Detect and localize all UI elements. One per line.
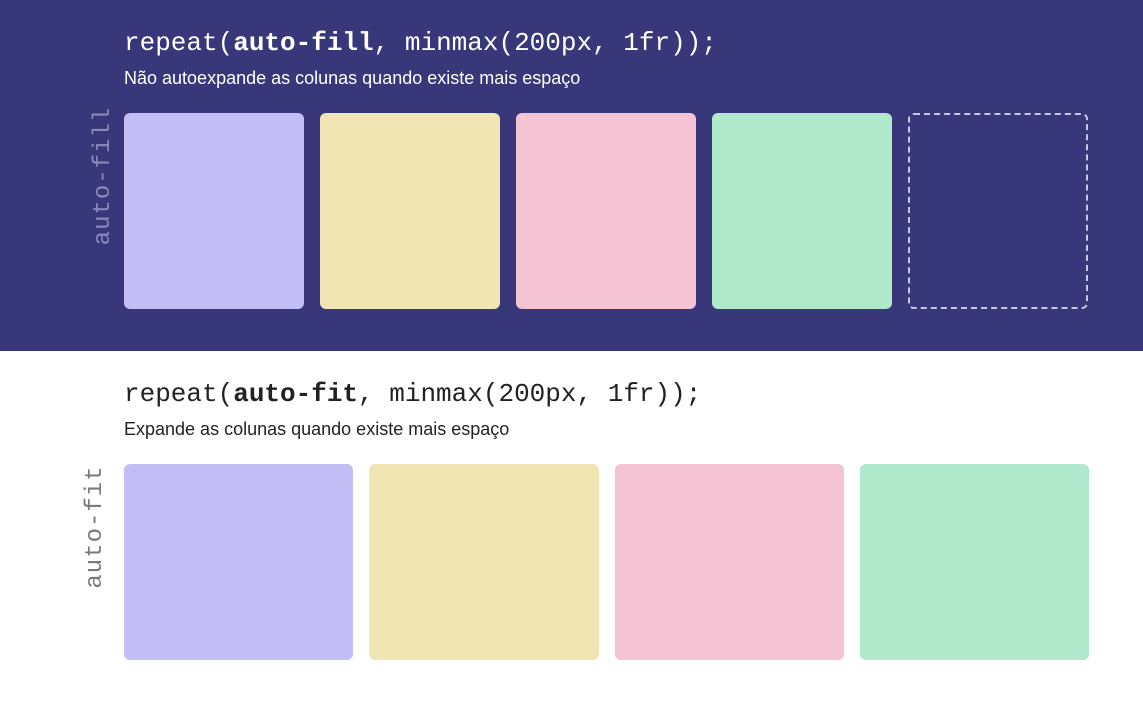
code-prefix: repeat( [124,28,233,58]
grid-box [516,113,696,309]
side-label-auto-fill: auto-fill [90,106,117,245]
grid-box [860,464,1089,660]
grid-box [615,464,844,660]
description-auto-fit: Expande as colunas quando existe mais es… [124,419,1089,440]
grid-box [320,113,500,309]
grid-box [369,464,598,660]
code-keyword: auto-fit [233,379,358,409]
grid-box [124,113,304,309]
code-prefix: repeat( [124,379,233,409]
description-auto-fill: Não autoexpande as colunas quando existe… [124,68,1089,89]
code-suffix: , minmax(200px, 1fr)); [374,28,717,58]
grid-box [712,113,892,309]
grid-box [124,464,353,660]
grid-ghost-column [908,113,1088,309]
code-keyword: auto-fill [233,28,373,58]
code-line-auto-fit: repeat(auto-fit, minmax(200px, 1fr)); [124,379,1089,409]
grid-auto-fill [124,113,1089,309]
code-line-auto-fill: repeat(auto-fill, minmax(200px, 1fr)); [124,28,1089,58]
section-auto-fill: auto-fill repeat(auto-fill, minmax(200px… [0,0,1143,351]
side-label-auto-fit: auto-fit [82,465,109,588]
section-auto-fit: auto-fit repeat(auto-fit, minmax(200px, … [0,351,1143,702]
code-suffix: , minmax(200px, 1fr)); [358,379,701,409]
grid-auto-fit [124,464,1089,660]
